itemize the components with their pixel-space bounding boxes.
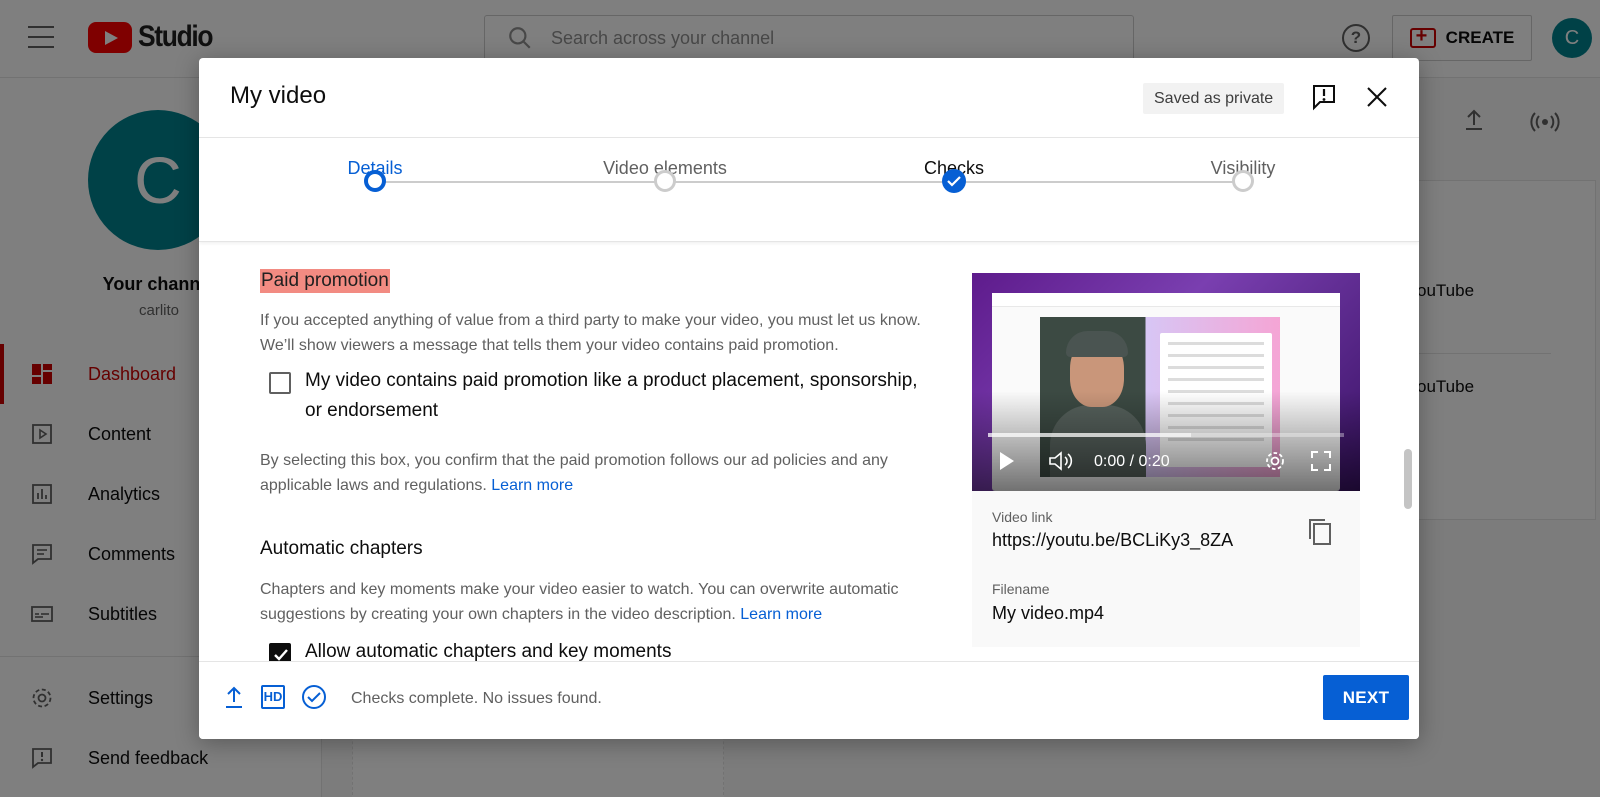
video-link[interactable]: https://youtu.be/BCLiKy3_8ZA (992, 530, 1233, 551)
presenter-cap (1066, 331, 1128, 357)
video-link-label: Video link (992, 509, 1053, 525)
fullscreen-icon[interactable] (1310, 450, 1332, 477)
step-checks-dot[interactable] (942, 169, 966, 193)
upload-dialog: My video Saved as private Details Video … (199, 58, 1419, 739)
settings-gear-icon[interactable] (1264, 450, 1286, 477)
step-visibility-dot[interactable] (1232, 170, 1254, 192)
paid-promotion-learn-more-link[interactable]: Learn more (491, 477, 573, 494)
dialog-scrollbar[interactable] (1404, 449, 1412, 509)
automatic-chapters-description: Chapters and key moments make your video… (260, 577, 940, 627)
upload-status-icon[interactable] (223, 684, 245, 715)
dialog-body: Paid promotion If you accepted anything … (199, 243, 1419, 673)
paid-promotion-title: Paid promotion (260, 269, 390, 293)
paid-promotion-checkbox-label[interactable]: My video contains paid promotion like a … (305, 366, 935, 426)
dialog-header: My video Saved as private (199, 58, 1419, 138)
paid-promotion-confirm-body: By selecting this box, you confirm that … (260, 452, 888, 494)
play-icon[interactable] (998, 450, 1016, 477)
video-thumbnail-toolbar (992, 293, 1340, 307)
dialog-footer: HD Checks complete. No issues found. NEX… (199, 661, 1419, 739)
saved-status-badge: Saved as private (1143, 83, 1285, 114)
hd-processing-icon[interactable]: HD (261, 685, 285, 709)
automatic-chapters-title: Automatic chapters (260, 538, 423, 559)
paid-promotion-description: If you accepted anything of value from a… (260, 312, 921, 354)
filename-value: My video.mp4 (992, 603, 1105, 623)
copy-icon[interactable] (1307, 517, 1333, 547)
step-details-dot[interactable] (364, 170, 386, 192)
video-buffered-bar (988, 433, 1191, 437)
next-button[interactable]: NEXT (1323, 675, 1409, 720)
dialog-title: My video (230, 82, 327, 109)
video-preview-panel: 0:00 / 0:20 Video link https://youtu.be/… (972, 273, 1360, 647)
checks-complete-icon[interactable] (301, 684, 327, 715)
checks-status-text: Checks complete. No issues found. (351, 690, 602, 707)
stepper-track (375, 181, 1235, 183)
paid-promotion-checkbox[interactable] (269, 372, 291, 394)
feedback-flag-icon[interactable] (1311, 83, 1337, 111)
filename-label: Filename (992, 581, 1050, 597)
video-time: 0:00 / 0:20 (1094, 453, 1170, 470)
paid-promotion-confirm-text: By selecting this box, you confirm that … (260, 448, 940, 498)
close-icon[interactable] (1365, 85, 1389, 109)
video-player[interactable]: 0:00 / 0:20 (972, 273, 1360, 491)
video-progress-bar[interactable] (988, 433, 1344, 437)
player-controls-shade (972, 391, 1360, 491)
checkmark-icon (947, 176, 961, 187)
automatic-chapters-learn-more-link[interactable]: Learn more (740, 606, 822, 623)
volume-icon[interactable] (1048, 450, 1074, 477)
step-video-elements-dot[interactable] (654, 170, 676, 192)
